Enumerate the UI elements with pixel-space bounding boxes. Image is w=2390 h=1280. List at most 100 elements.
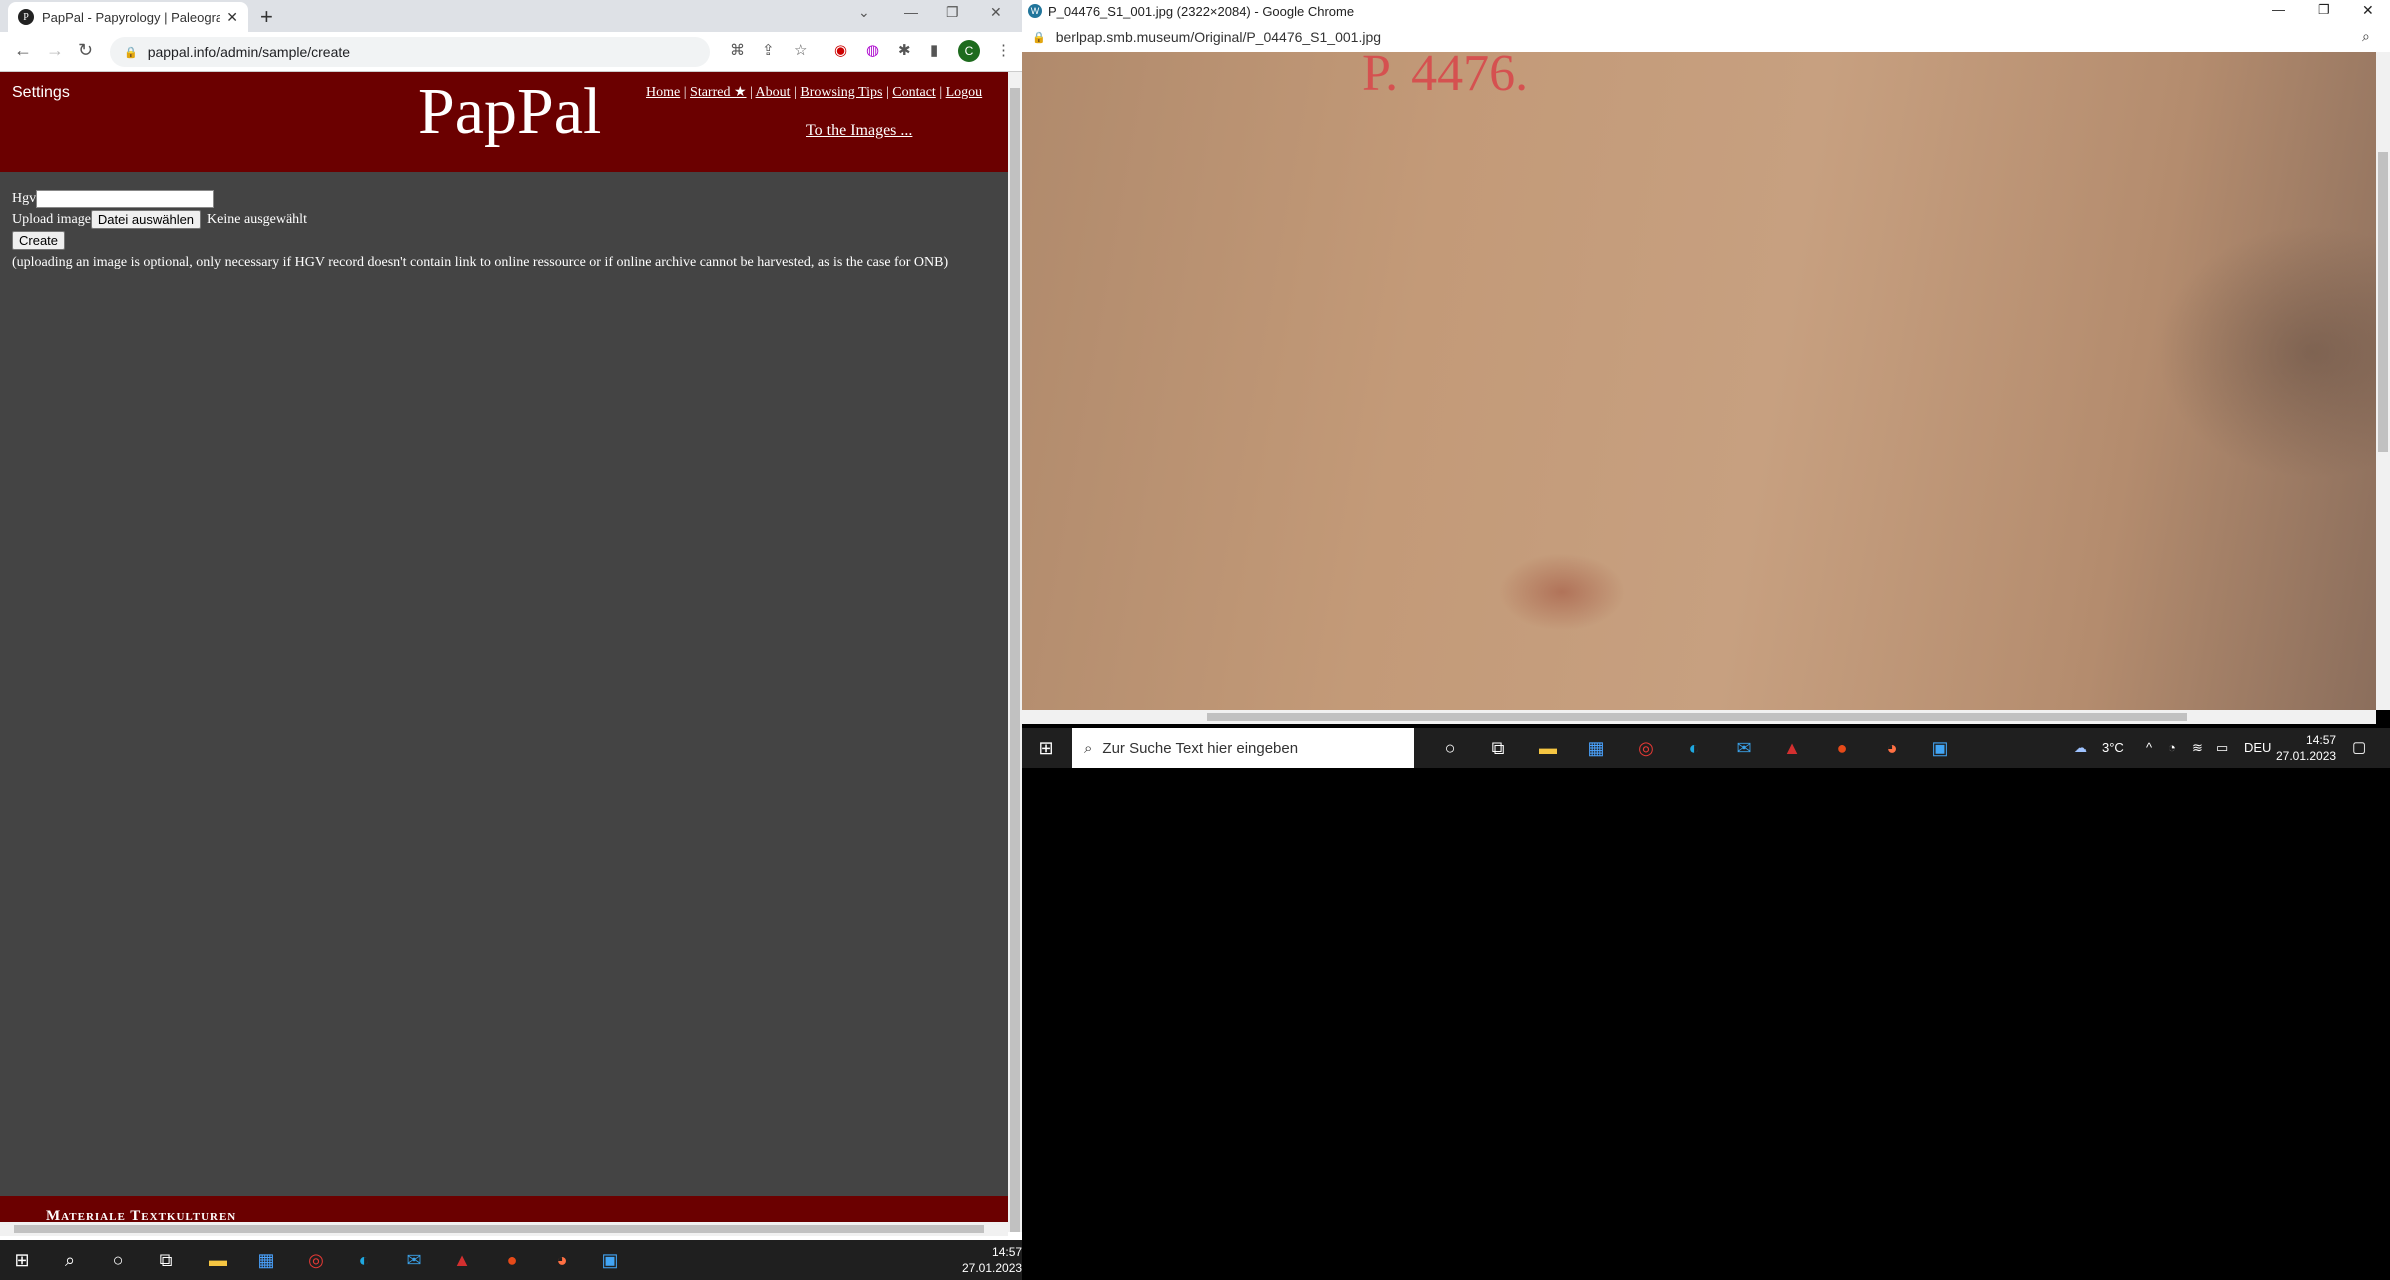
nav-contact[interactable]: Contact	[892, 85, 936, 100]
mail-icon[interactable]: ✉	[1732, 736, 1756, 760]
nav-about[interactable]: About	[756, 85, 791, 100]
windows-start-icon[interactable]: ⊞	[1034, 736, 1058, 760]
left-browser-window: P PapPal - Papyrology | Paleograph ✕ + ⌄…	[0, 0, 1022, 1280]
hgv-label: Hgv	[12, 190, 37, 206]
extension-ub-icon[interactable]: ◍	[866, 41, 879, 59]
search-placeholder: Zur Suche Text hier eingeben	[1102, 739, 1299, 757]
chrome-icon[interactable]: ◎	[1634, 736, 1658, 760]
store-icon[interactable]: ▦	[1584, 736, 1608, 760]
tab-pappal[interactable]: P PapPal - Papyrology | Paleograph ✕	[8, 2, 248, 32]
choose-file-button[interactable]: Datei auswählen	[90, 210, 202, 229]
url-text: berlpap.smb.museum/Original/P_04476_S1_0…	[1055, 29, 1382, 45]
share-icon[interactable]: ⇪	[762, 41, 775, 59]
star-icon[interactable]: ☆	[794, 41, 807, 59]
mail-icon[interactable]: ✉	[402, 1248, 426, 1272]
horizontal-scrollbar[interactable]	[1022, 710, 2376, 724]
pappal-page: Settings PapPal Home | Starred ★ | About…	[0, 72, 1008, 1232]
chrome-icon[interactable]: ◎	[304, 1248, 328, 1272]
image-red-inventory-number: P. 4476.	[1362, 52, 1529, 102]
file-explorer-icon[interactable]: ▬	[1536, 736, 1560, 760]
lock-icon: 🔒	[124, 46, 138, 59]
wifi-icon[interactable]: ≋	[2192, 740, 2203, 756]
horizontal-scrollbar[interactable]	[0, 1222, 1008, 1236]
translate-icon[interactable]: ⌘	[730, 41, 745, 59]
close-window-icon[interactable]: ✕	[990, 4, 1002, 21]
nav-logout[interactable]: Logou	[946, 85, 983, 100]
date: 27.01.2023	[2276, 749, 2337, 763]
tab-title: PapPal - Papyrology | Paleograph	[42, 9, 221, 25]
close-icon[interactable]: ✕	[226, 9, 238, 26]
extensions-puzzle-icon[interactable]: ✱	[898, 41, 911, 59]
nav-browsing-tips[interactable]: Browsing Tips	[800, 85, 882, 100]
restore-icon[interactable]: ❐	[946, 4, 959, 21]
url-field[interactable]: 🔒 pappal.info/admin/sample/create	[110, 37, 710, 67]
task-view-icon[interactable]: ⧉	[154, 1248, 178, 1272]
store-icon[interactable]: ▦	[254, 1248, 278, 1272]
minimize-icon[interactable]: —	[2272, 2, 2285, 17]
edge-icon[interactable]: ◐	[1682, 736, 1706, 760]
upload-note: (uploading an image is optional, only ne…	[12, 255, 949, 270]
menu-icon[interactable]: ⋮	[996, 41, 1011, 59]
taskbar-right: ⊞ ⌕ Zur Suche Text hier eingeben ○ ⧉ ▬ ▦…	[1022, 728, 2390, 768]
settings-link[interactable]: Settings	[12, 84, 70, 102]
network-icon[interactable]: ◔	[2168, 740, 2176, 755]
search-icon[interactable]: ⌕	[58, 1248, 82, 1272]
right-browser-window: W P_04476_S1_001.jpg (2322×2084) - Googl…	[1022, 0, 2390, 1280]
chevron-down-icon[interactable]: ⌄	[858, 4, 870, 21]
zoom-icon[interactable]: ⌕	[2362, 28, 2370, 45]
edge-icon[interactable]: ◐	[352, 1248, 376, 1272]
date: 27.01.2023	[962, 1261, 1022, 1275]
forward-icon[interactable]: →	[46, 40, 64, 61]
weather-temp[interactable]: 3°C	[2102, 740, 2124, 755]
address-bar[interactable]: 🔒 berlpap.smb.museum/Original/P_04476_S1…	[1022, 22, 2390, 52]
acrobat-icon[interactable]: ▲	[1780, 736, 1804, 760]
window-title-bar: W P_04476_S1_001.jpg (2322×2084) - Googl…	[1022, 0, 2390, 22]
powerpoint-icon[interactable]: ●	[500, 1248, 524, 1272]
minimize-icon[interactable]: —	[904, 4, 918, 20]
powerpoint-icon[interactable]: ●	[1830, 736, 1854, 760]
task-view-icon[interactable]: ⧉	[1486, 736, 1510, 760]
to-images-link[interactable]: To the Images ...	[806, 122, 912, 140]
vertical-scrollbar[interactable]	[2376, 52, 2390, 710]
side-panel-icon[interactable]: ▮	[930, 41, 938, 59]
photos-icon[interactable]: ▣	[598, 1248, 622, 1272]
firefox-icon[interactable]: ◕	[1880, 736, 1904, 760]
firefox-icon[interactable]: ◕	[550, 1248, 574, 1272]
restore-icon[interactable]: ❐	[2318, 2, 2330, 18]
lock-icon: 🔒	[1032, 31, 1046, 44]
clock-right[interactable]: 14:57 27.01.2023	[2276, 732, 2336, 764]
new-tab-icon[interactable]: +	[260, 4, 273, 30]
acrobat-icon[interactable]: ▲	[450, 1248, 474, 1272]
reload-icon[interactable]: ↻	[78, 40, 93, 61]
papyrus-image: P. 4476.	[1022, 52, 2376, 710]
windows-start-icon[interactable]: ⊞	[10, 1248, 34, 1272]
vertical-scrollbar[interactable]	[1008, 72, 1022, 1232]
site-header: Settings PapPal Home | Starred ★ | About…	[0, 72, 1008, 172]
nav-starred[interactable]: Starred ★	[690, 85, 746, 100]
taskbar-left: ⊞ ⌕ ○ ⧉ ▬ ▦ ◎ ◐ ✉ ▲ ● ◕ ▣ 14:57 27.01.20…	[0, 1240, 1022, 1280]
profile-avatar[interactable]: C	[958, 40, 980, 62]
address-bar: ← → ↻ 🔒 pappal.info/admin/sample/create …	[0, 32, 1022, 72]
site-logo[interactable]: PapPal	[418, 74, 601, 150]
file-explorer-icon[interactable]: ▬	[206, 1248, 230, 1272]
weather-icon[interactable]: ☁	[2074, 740, 2087, 756]
close-window-icon[interactable]: ✕	[2362, 2, 2374, 19]
cortana-icon[interactable]: ○	[106, 1248, 130, 1272]
battery-icon[interactable]: ▭	[2216, 740, 2228, 756]
pappal-favicon-icon: P	[18, 9, 34, 25]
photos-icon[interactable]: ▣	[1928, 736, 1952, 760]
back-icon[interactable]: ←	[14, 40, 32, 61]
hgv-input[interactable]	[36, 189, 215, 208]
cortana-icon[interactable]: ○	[1438, 736, 1462, 760]
time: 14:57	[992, 1245, 1022, 1259]
notification-icon[interactable]: ▢	[2352, 738, 2366, 756]
tray-chevron-icon[interactable]: ^	[2146, 740, 2152, 755]
clock-left[interactable]: 14:57 27.01.2023	[962, 1244, 1022, 1276]
nav-home[interactable]: Home	[646, 85, 680, 100]
upload-label: Upload image	[12, 211, 91, 227]
create-button[interactable]: Create	[12, 231, 66, 250]
taskbar-search-box[interactable]: ⌕ Zur Suche Text hier eingeben	[1072, 728, 1414, 768]
extension-pdf-icon[interactable]: ◉	[834, 41, 847, 59]
search-icon: ⌕	[1084, 739, 1093, 757]
language-indicator[interactable]: DEU	[2244, 740, 2271, 755]
